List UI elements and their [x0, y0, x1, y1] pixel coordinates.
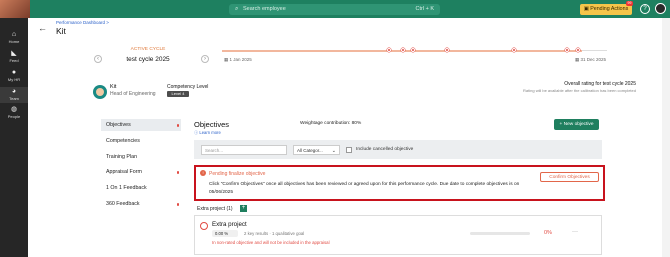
notification-dot: [176, 171, 179, 174]
prev-cycle-button[interactable]: ‹: [94, 55, 102, 63]
cycle-end-date: ▦ 31 Dec 2025: [575, 57, 606, 63]
next-cycle-button[interactable]: ›: [201, 55, 209, 63]
menu-item-competencies[interactable]: Competencies: [101, 135, 181, 147]
company-logo[interactable]: [0, 0, 30, 18]
target-icon: [200, 222, 208, 230]
timeline-milestone[interactable]: [387, 48, 391, 52]
megaphone-icon: ◣: [11, 50, 17, 57]
search-shortcut: Ctrl + K: [415, 6, 435, 12]
pending-actions-label: Pending Actions: [590, 6, 629, 12]
menu-item-label: Appraisal Form: [106, 169, 142, 175]
home-icon: ⌂: [11, 31, 17, 38]
more-options-icon[interactable]: ···: [572, 229, 578, 235]
active-cycle-label: ACTIVE CYCLE: [130, 47, 166, 52]
menu-item-label: Competencies: [106, 138, 140, 144]
page-title: Kit: [56, 26, 66, 36]
scrollbar[interactable]: [662, 18, 670, 257]
menu-item-1on1-feedback[interactable]: 1 On 1 Feedback: [101, 182, 181, 194]
sidebar-item-team[interactable]: ◕ Team: [0, 87, 28, 103]
employee-avatar: [93, 85, 107, 99]
objective-progress-bar: [470, 232, 530, 235]
include-cancelled-checkbox[interactable]: [346, 147, 352, 153]
extra-project-section-label: Extra project (1): [197, 206, 233, 212]
sidebar-item-my-hr[interactable]: ● My HR: [0, 69, 28, 83]
sidebar-item-label: Feed: [9, 58, 19, 63]
breadcrumb[interactable]: Performance Dashboard >: [56, 20, 109, 25]
sidebar-item-label: My HR: [7, 77, 21, 82]
objective-progress-percent: 0%: [544, 230, 552, 236]
objective-name[interactable]: Extra project: [212, 221, 247, 228]
timeline-milestone[interactable]: [445, 48, 449, 52]
timeline-milestone[interactable]: [512, 48, 516, 52]
timeline-milestone[interactable]: [411, 48, 415, 52]
pending-finalize-title: Pending finalize objective: [209, 171, 266, 177]
person-icon: ●: [11, 69, 17, 76]
menu-item-objectives[interactable]: Objectives: [101, 119, 181, 131]
pending-actions-button[interactable]: ▣ Pending Actions: [580, 4, 632, 15]
pending-finalize-message: Click "Confirm Objectives" once all obje…: [209, 182, 520, 195]
cycle-name: test cycle 2025: [126, 56, 170, 63]
category-select[interactable]: All Categor... ⌄: [293, 145, 340, 155]
competency-level-label: Competency Level: [167, 84, 209, 90]
menu-item-label: Training Plan: [106, 154, 138, 160]
notification-dot: [176, 203, 179, 206]
sidebar-item-label: Home: [8, 39, 20, 44]
sidebar-item-home[interactable]: ⌂ Home: [0, 31, 28, 45]
menu-item-360-feedback[interactable]: 360 Feedback: [101, 198, 181, 210]
cycle-start-date: ▦ 1 Jan 2025: [224, 57, 252, 63]
search-icon: ⌕: [235, 6, 239, 12]
timeline-milestone[interactable]: [576, 48, 580, 52]
menu-item-label: Objectives: [106, 122, 131, 128]
menu-item-label: 360 Feedback: [106, 201, 140, 207]
sidebar-item-label: Team: [9, 96, 19, 101]
search-placeholder: Search employee: [243, 6, 286, 12]
learn-more-link[interactable]: ⓘ Learn more: [194, 130, 221, 136]
cycle-start-date-text: 1 Jan 2025: [229, 57, 252, 62]
add-objective-button[interactable]: +: [240, 205, 247, 212]
menu-item-training-plan[interactable]: Training Plan: [101, 151, 181, 163]
overall-rating-title: Overall rating for test cycle 2025: [564, 81, 636, 87]
confirm-objectives-button[interactable]: Confirm Objectives: [540, 172, 599, 182]
overall-rating-note: Rating will be available after the calib…: [523, 88, 636, 93]
back-arrow-icon[interactable]: ←: [38, 23, 47, 33]
weight-text: 0.00 %: [215, 231, 229, 236]
timeline-milestone[interactable]: [565, 48, 569, 52]
employee-role: Head of Engineering: [110, 91, 156, 97]
sidebar-item-feed[interactable]: ◣ Feed: [0, 50, 28, 64]
include-cancelled-label: Include cancelled objective: [356, 147, 414, 152]
objectives-title: Objectives: [194, 120, 230, 129]
notification-dot: [176, 124, 179, 127]
learn-more-text: Learn more: [199, 130, 221, 135]
sidebar-item-label: People: [7, 114, 21, 119]
objective-weight-badge: 0.00 %: [212, 230, 238, 237]
menu-item-appraisal-form[interactable]: Appraisal Form: [101, 166, 181, 178]
help-icon[interactable]: ?: [640, 4, 650, 14]
non-rated-warning: In non-rated objective and will not be i…: [212, 240, 330, 245]
timeline-milestone[interactable]: [401, 48, 405, 52]
performance-menu: Objectives Competencies Training Plan Ap…: [101, 116, 181, 257]
weightage-contribution: Weightage contribution: 80%: [300, 121, 362, 126]
team-icon: ◕: [11, 88, 17, 95]
menu-item-label: 1 On 1 Feedback: [106, 185, 147, 191]
new-objective-button[interactable]: + New objective: [554, 119, 599, 130]
profile-avatar[interactable]: [655, 3, 666, 14]
sidebar-item-people[interactable]: ◍ People: [0, 106, 28, 120]
pending-count-badge: 99: [626, 1, 633, 6]
employee-name: Kit: [110, 84, 117, 90]
competency-level-badge: Level 4: [167, 91, 189, 97]
warning-icon: !: [200, 170, 206, 176]
objective-key-results: 2 key results · 1 qualitative goal: [244, 231, 305, 236]
search-input[interactable]: ⌕ Search employee Ctrl + K: [229, 4, 440, 15]
people-icon: ◍: [10, 106, 18, 113]
category-select-value: All Categor...: [297, 148, 323, 153]
objective-search-input[interactable]: Search...: [201, 145, 287, 155]
cycle-end-date-text: 31 Dec 2025: [580, 57, 607, 62]
chevron-down-icon: ⌄: [331, 148, 336, 154]
